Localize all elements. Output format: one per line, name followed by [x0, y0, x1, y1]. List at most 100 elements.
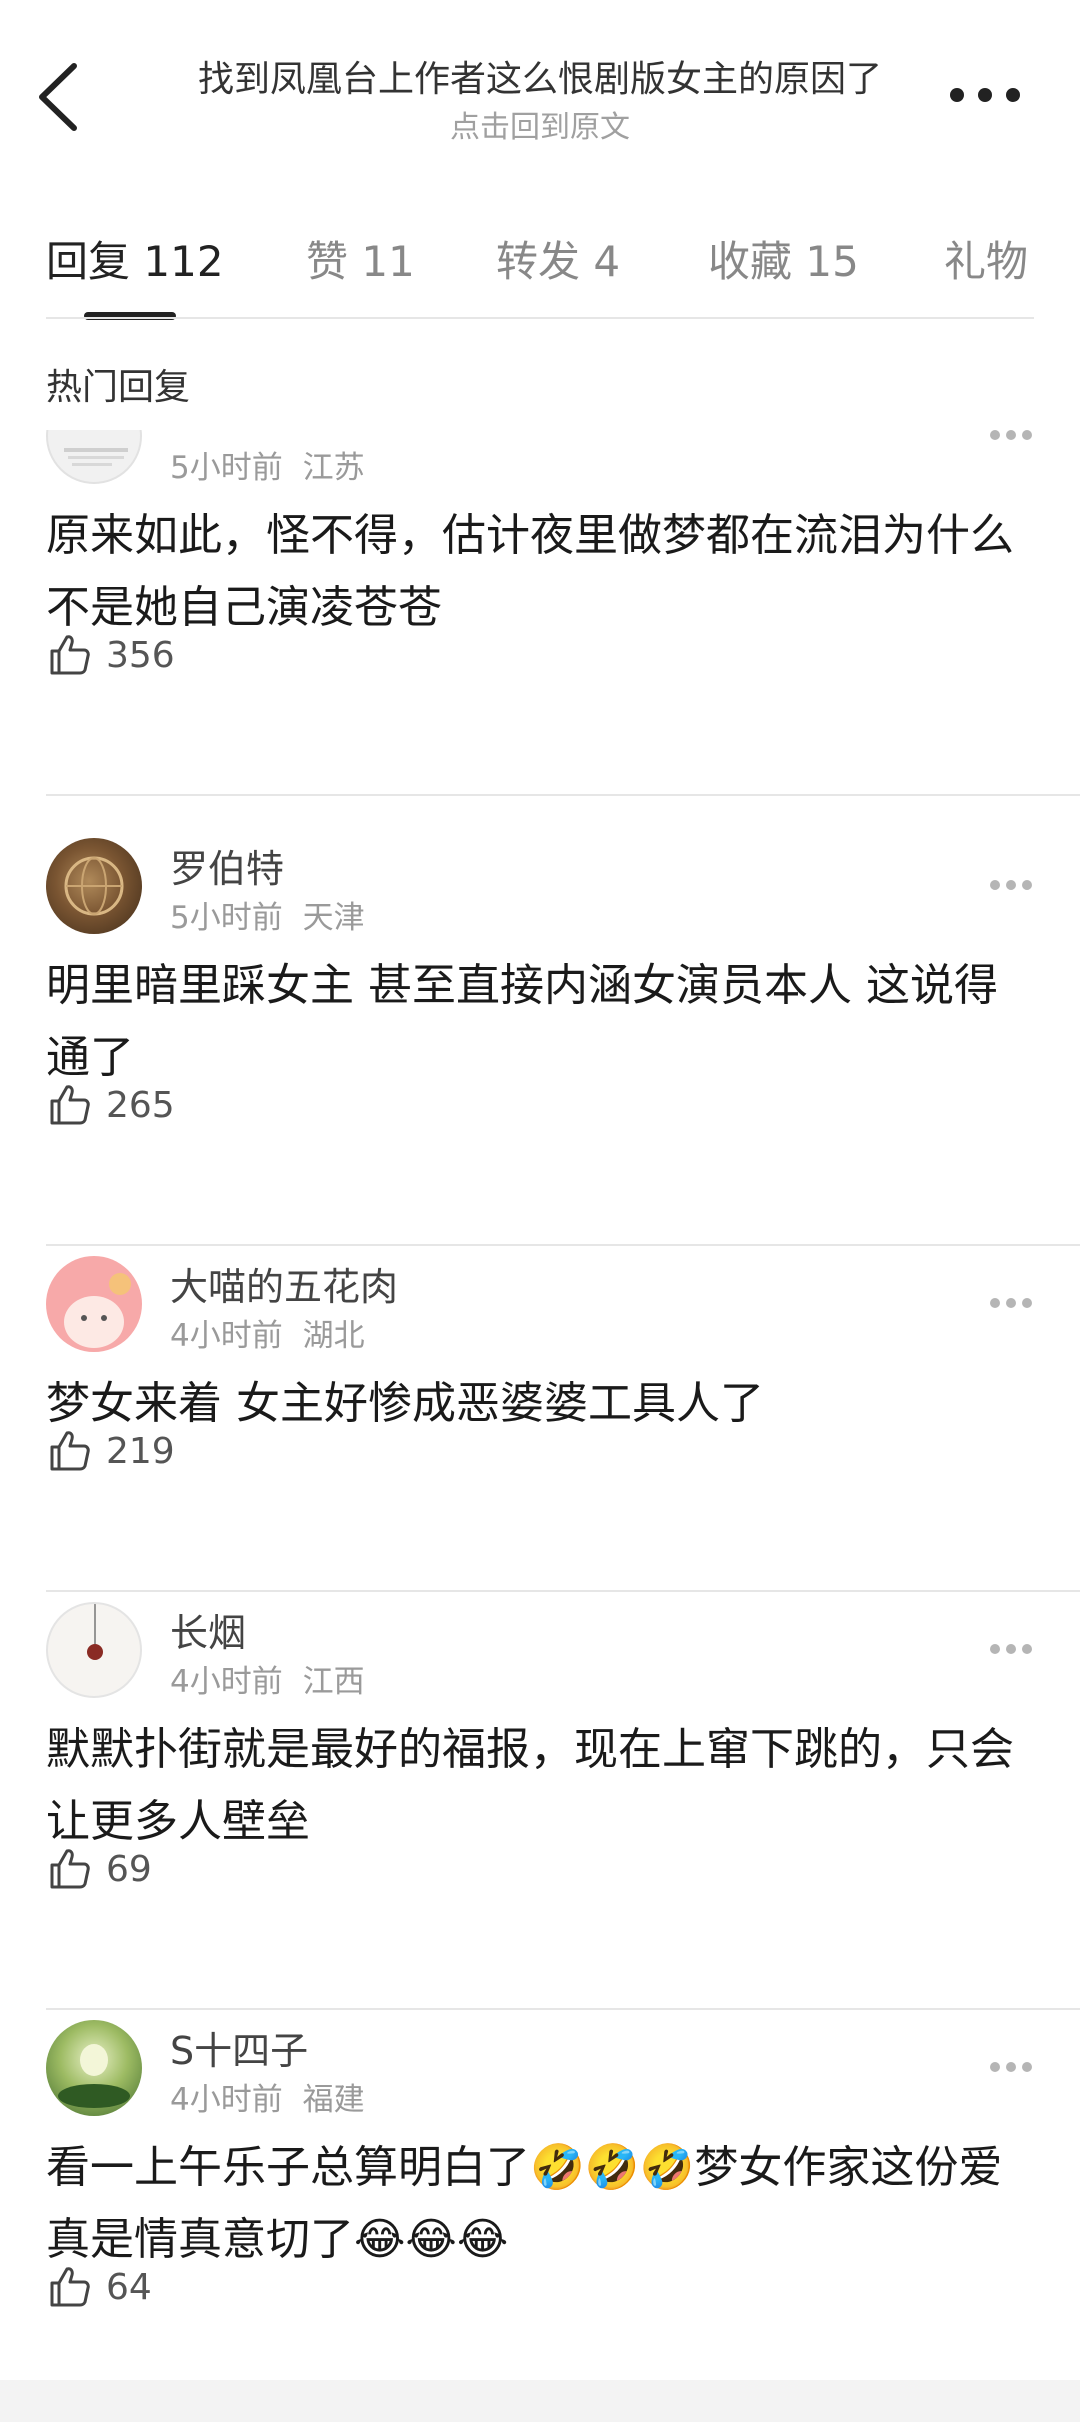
- more-dot: [1006, 1644, 1016, 1654]
- more-dot: [990, 880, 1000, 890]
- tab-bar: 回复 112 赞 11 转发 4 收藏 15 礼物: [0, 220, 1080, 320]
- like-button[interactable]: 64: [46, 2262, 152, 2312]
- more-dot: [1006, 88, 1020, 102]
- thumbs-up-icon: [50, 635, 90, 675]
- more-dot: [1006, 1298, 1016, 1308]
- comment-meta: 4小时前 湖北: [170, 1310, 375, 1355]
- post-title[interactable]: 找到凤凰台上作者这么恨剧版女主的原因了: [150, 50, 930, 102]
- comment-more-button[interactable]: [990, 430, 1032, 442]
- comment-time: 4小时前: [170, 2082, 283, 2118]
- comment-text: 默默扑街就是最好的福报，现在上窜下跳的，只会让更多人壁垒: [46, 1724, 1014, 1847]
- chevron-left-icon: [39, 63, 77, 131]
- thumbs-up-icon: [50, 1431, 90, 1471]
- top-bar: 找到凤凰台上作者这么恨剧版女主的原因了 点击回到原文: [0, 0, 1080, 190]
- comment-list: 5小时前 江苏 原来如此，怪不得，估计夜里做梦都在流泪为什么不是她自己演凌苍苍 …: [0, 430, 1080, 2380]
- comment-item: S十四子 4小时前 福建 看一上午乐子总算明白了🤣🤣🤣梦女作家这份爱真是情真意切…: [0, 2010, 1080, 2380]
- more-dot: [978, 88, 992, 102]
- thumbs-up-icon: [50, 2267, 90, 2307]
- tab-gifts[interactable]: 礼物: [944, 228, 1028, 289]
- comment-more-button[interactable]: [990, 2062, 1032, 2074]
- comment-text-part: 看一上午乐子总算明白了: [46, 2142, 530, 2193]
- comment-more-button[interactable]: [990, 1644, 1032, 1656]
- more-dot: [1006, 2062, 1016, 2072]
- comment-item: 大喵的五花肉 4小时前 湖北 梦女来着 女主好惨成恶婆婆工具人了 219: [0, 1246, 1080, 1592]
- avatar[interactable]: [46, 838, 142, 934]
- bottom-bar: [0, 2380, 1080, 2422]
- avatar-image: [64, 856, 124, 916]
- tab-label: 赞: [306, 237, 349, 286]
- tab-count: 4: [593, 237, 621, 286]
- more-dot: [990, 1644, 1000, 1654]
- comment-time: 4小时前: [170, 1664, 283, 1700]
- more-dot: [950, 88, 964, 102]
- avatar-image: [58, 2044, 130, 2108]
- comment-item: 罗伯特 5小时前 天津 明里暗里踩女主 甚至直接内涵女演员本人 这说得通了 26…: [0, 828, 1080, 1246]
- comment-item: 5小时前 江苏 原来如此，怪不得，估计夜里做梦都在流泪为什么不是她自己演凌苍苍 …: [0, 430, 1080, 796]
- tab-label: 收藏: [708, 237, 793, 286]
- username[interactable]: 长烟: [170, 1602, 246, 1657]
- comment-location: 湖北: [302, 1318, 365, 1354]
- avatar[interactable]: [46, 430, 142, 484]
- tab-count: 11: [361, 237, 415, 286]
- like-count: 265: [106, 1084, 175, 1126]
- username[interactable]: 罗伯特: [170, 838, 284, 893]
- tab-label: 转发: [496, 237, 581, 286]
- comment-location: 江西: [302, 1664, 365, 1700]
- more-dot: [1022, 430, 1032, 440]
- like-button[interactable]: 219: [46, 1426, 175, 1476]
- like-button[interactable]: 69: [46, 1844, 152, 1894]
- tab-likes[interactable]: 赞 11: [306, 228, 415, 289]
- comment-location: 福建: [302, 2082, 365, 2118]
- like-button[interactable]: 356: [46, 630, 175, 680]
- tab-count: 15: [805, 237, 859, 286]
- more-dot: [1006, 880, 1016, 890]
- comment-text: 看一上午乐子总算明白了🤣🤣🤣梦女作家这份爱真是情真意切了😂😂😂: [46, 2132, 1036, 2276]
- more-dot: [1022, 1298, 1032, 1308]
- comment-text: 明里暗里踩女主 甚至直接内涵女演员本人 这说得通了: [46, 960, 998, 1083]
- rofl-emoji-icon: 🤣🤣🤣: [530, 2142, 695, 2193]
- avatar[interactable]: [46, 1602, 142, 1698]
- more-dot: [1022, 1644, 1032, 1654]
- more-dot: [990, 1298, 1000, 1308]
- tab-reposts[interactable]: 转发 4: [496, 228, 620, 289]
- username[interactable]: 大喵的五花肉: [170, 1256, 398, 1311]
- comment-divider: [46, 794, 1080, 796]
- avatar-image: [64, 1273, 131, 1348]
- thumbs-up-icon: [50, 1849, 90, 1889]
- hot-replies-heading: 热门回复: [46, 367, 191, 408]
- comment-meta: 4小时前 福建: [170, 2074, 375, 2119]
- like-button[interactable]: 265: [46, 1080, 175, 1130]
- comment-location: 天津: [302, 900, 365, 936]
- comment-item: 长烟 4小时前 江西 默默扑街就是最好的福报，现在上窜下跳的，只会让更多人壁垒 …: [0, 1592, 1080, 2010]
- comment-more-button[interactable]: [990, 880, 1032, 892]
- like-count: 356: [106, 634, 175, 676]
- back-to-original-link[interactable]: 点击回到原文: [150, 102, 930, 146]
- tears-of-joy-emoji-icon: 😂😂😂: [354, 2214, 509, 2265]
- comment-more-button[interactable]: [990, 1298, 1032, 1310]
- comment-text: 梦女来着 女主好惨成恶婆婆工具人了: [46, 1378, 764, 1429]
- avatar[interactable]: [46, 1256, 142, 1352]
- tab-label: 回复: [46, 237, 131, 286]
- more-dot: [1006, 430, 1016, 440]
- avatar[interactable]: [46, 2020, 142, 2116]
- comment-meta: 5小时前 天津: [170, 892, 375, 937]
- like-count: 219: [106, 1430, 175, 1472]
- more-dot: [990, 2062, 1000, 2072]
- comment-time: 5小时前: [170, 450, 283, 486]
- back-button[interactable]: [36, 62, 80, 132]
- comment-text: 原来如此，怪不得，估计夜里做梦都在流泪为什么不是她自己演凌苍苍: [46, 510, 1014, 633]
- tab-count: 112: [143, 237, 224, 286]
- thumbs-up-icon: [50, 1085, 90, 1125]
- more-options-button[interactable]: [950, 80, 1020, 110]
- tab-replies[interactable]: 回复 112: [46, 228, 224, 289]
- tab-favorites[interactable]: 收藏 15: [708, 228, 859, 289]
- tabs-divider: [46, 317, 1034, 319]
- avatar-image: [87, 1604, 103, 1660]
- comment-location: 江苏: [302, 450, 365, 486]
- comment-time: 5小时前: [170, 900, 283, 936]
- comment-meta: 4小时前 江西: [170, 1656, 375, 1701]
- username[interactable]: S十四子: [170, 2020, 308, 2075]
- like-count: 69: [106, 1848, 152, 1890]
- comment-time: 4小时前: [170, 1318, 283, 1354]
- more-dot: [1022, 2062, 1032, 2072]
